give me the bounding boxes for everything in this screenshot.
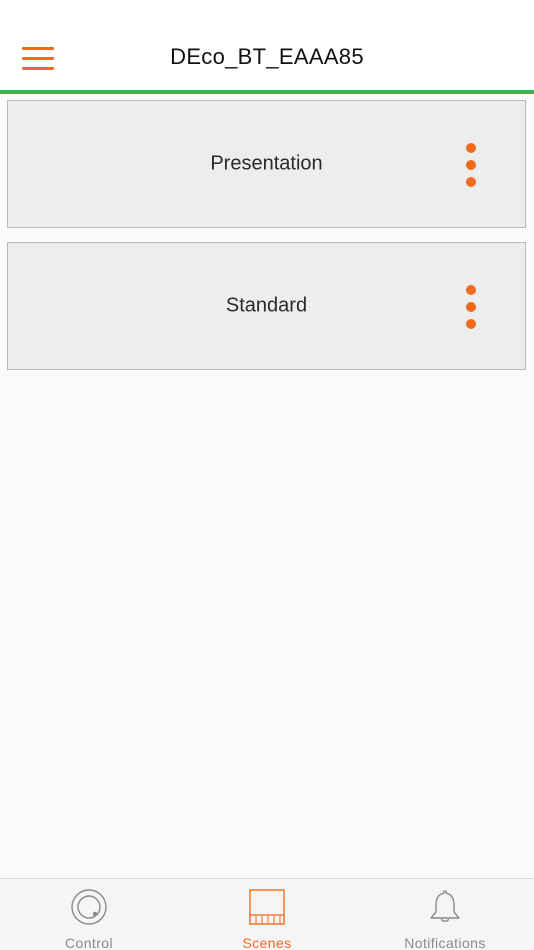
scenes-panel-icon: [247, 887, 287, 927]
kebab-dot: [466, 160, 476, 170]
more-vertical-icon[interactable]: [459, 281, 483, 333]
scene-card-presentation[interactable]: Presentation: [7, 100, 526, 228]
tab-label: Notifications: [404, 935, 486, 950]
app-screen: DEco_BT_EAAA85 Presentation Standard Con…: [0, 0, 534, 950]
kebab-dot: [466, 285, 476, 295]
bottom-tab-bar: Control Scenes Notifications: [0, 878, 534, 950]
scene-list: Presentation Standard: [7, 100, 526, 384]
header-divider: [0, 90, 534, 94]
app-header: DEco_BT_EAAA85: [0, 0, 534, 94]
control-knob-icon: [69, 887, 109, 927]
tab-control[interactable]: Control: [0, 879, 178, 950]
tab-scenes[interactable]: Scenes: [178, 879, 356, 950]
kebab-dot: [466, 302, 476, 312]
kebab-dot: [466, 319, 476, 329]
tab-notifications[interactable]: Notifications: [356, 879, 534, 950]
bell-icon: [425, 887, 465, 927]
scene-card-standard[interactable]: Standard: [7, 242, 526, 370]
more-vertical-icon[interactable]: [459, 139, 483, 191]
page-title: DEco_BT_EAAA85: [170, 44, 364, 69]
kebab-dot: [466, 143, 476, 153]
scene-label: Standard: [225, 294, 308, 317]
kebab-dot: [466, 177, 476, 187]
tab-label: Control: [65, 935, 113, 950]
tab-label: Scenes: [242, 935, 292, 950]
scene-label: Presentation: [210, 152, 323, 175]
